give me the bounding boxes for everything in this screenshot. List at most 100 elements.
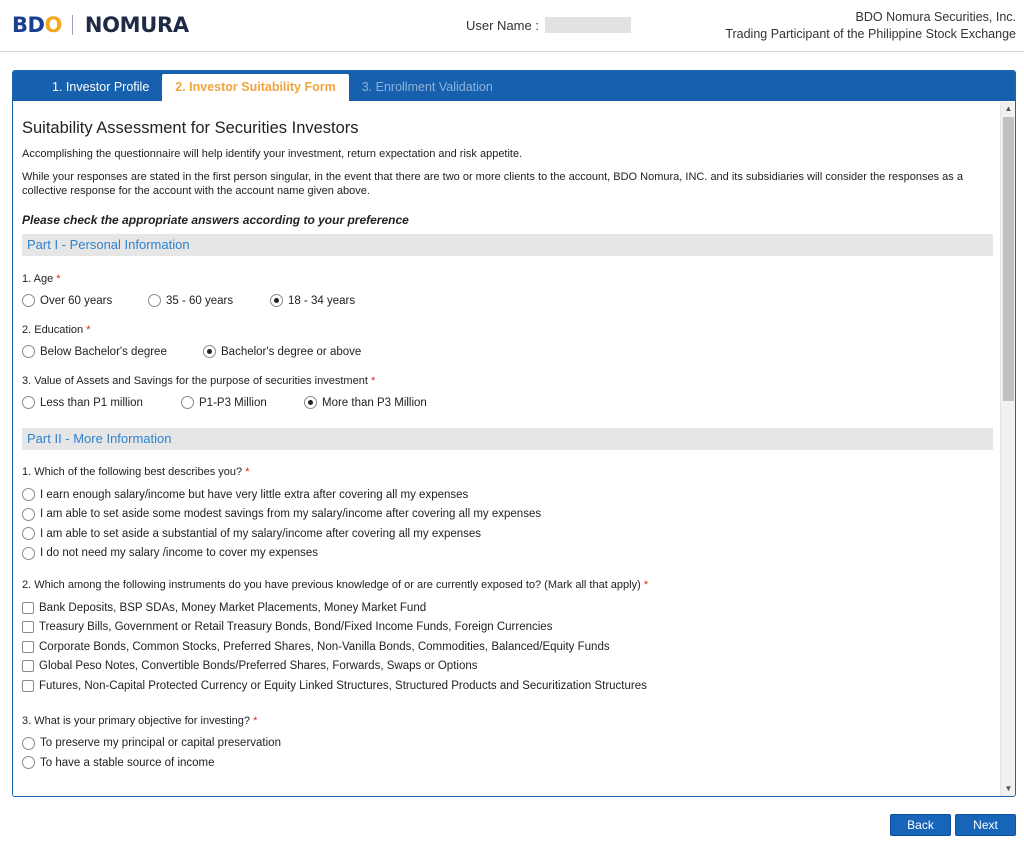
tab-investor-suitability-form[interactable]: 2. Investor Suitability Form <box>162 74 349 101</box>
next-button[interactable]: Next <box>955 814 1016 836</box>
age-option-18-34[interactable]: 18 - 34 years <box>270 294 355 307</box>
tab-investor-profile[interactable]: 1. Investor Profile <box>39 71 162 101</box>
instrument-option-4[interactable]: Global Peso Notes, Convertible Bonds/Pre… <box>22 657 993 677</box>
education-option-below-bachelors[interactable]: Below Bachelor's degree <box>22 345 203 358</box>
instrument-option-2[interactable]: Treasury Bills, Government or Retail Tre… <box>22 618 993 638</box>
describes-option-4[interactable]: I do not need my salary /income to cover… <box>22 544 993 564</box>
radio-button[interactable] <box>22 736 35 750</box>
logo-divider <box>71 15 73 35</box>
option-label: Less than P1 million <box>40 396 143 409</box>
back-button[interactable]: Back <box>890 814 951 836</box>
education-options: Below Bachelor's degree Bachelor's degre… <box>22 345 993 358</box>
required-marker: * <box>253 714 258 727</box>
radio-button-selected[interactable] <box>203 345 216 358</box>
option-label: To have a stable source of income <box>40 756 215 769</box>
option-label: Bachelor's degree or above <box>221 345 362 358</box>
required-marker: * <box>86 324 91 336</box>
scroll-down-arrow-icon[interactable]: ▼ <box>1001 782 1015 796</box>
option-label: 35 - 60 years <box>166 294 234 307</box>
option-label: I am able to set aside a substantial of … <box>40 527 482 540</box>
checkbox[interactable] <box>22 621 34 634</box>
objective-option-1[interactable]: To preserve my principal or capital pres… <box>22 734 993 754</box>
required-marker: * <box>370 375 376 387</box>
form-title: Suitability Assessment for Securities In… <box>22 119 359 137</box>
logo-bdo-text: BDO <box>12 13 62 37</box>
assets-option-more-p3m[interactable]: More than P3 Million <box>304 396 427 409</box>
checkbox[interactable] <box>22 640 34 653</box>
instrument-option-1[interactable]: Bank Deposits, BSP SDAs, Money Market Pl… <box>22 598 993 618</box>
option-label: Global Peso Notes, Convertible Bonds/Pre… <box>39 660 478 673</box>
age-option-35-60[interactable]: 35 - 60 years <box>148 294 270 307</box>
question-describes-you: 1. Which of the following best describes… <box>22 466 993 478</box>
option-label: More than P3 Million <box>322 396 427 409</box>
objective-option-2[interactable]: To have a stable source of income <box>22 753 993 773</box>
option-label: Below Bachelor's degree <box>40 345 167 358</box>
radio-button-selected[interactable] <box>304 396 317 409</box>
radio-button[interactable] <box>181 396 194 409</box>
describes-option-1[interactable]: I earn enough salary/income but have ver… <box>22 485 993 505</box>
option-label: I earn enough salary/income but have ver… <box>40 488 469 501</box>
scrollbar-thumb[interactable] <box>1003 117 1014 401</box>
radio-button[interactable] <box>22 527 35 541</box>
describes-you-options: I earn enough salary/income but have ver… <box>22 485 993 563</box>
education-option-bachelors-or-above[interactable]: Bachelor's degree or above <box>203 345 361 358</box>
checkbox[interactable] <box>22 660 34 673</box>
question-investing-objective: 3. What is your primary objective for in… <box>22 715 993 727</box>
logo-nomura-text: NOMURA <box>84 13 189 37</box>
scroll-up-arrow-icon[interactable]: ▲ <box>1001 102 1015 116</box>
instrument-option-5[interactable]: Futures, Non-Capital Protected Currency … <box>22 676 993 696</box>
radio-button[interactable] <box>22 396 35 409</box>
radio-button[interactable] <box>22 546 35 560</box>
radio-button[interactable] <box>22 345 35 358</box>
company-name: BDO Nomura Securities, Inc. <box>855 10 1016 24</box>
option-label: Corporate Bonds, Common Stocks, Preferre… <box>39 640 610 653</box>
bdo-nomura-logo: BDO NOMURA <box>12 11 189 39</box>
user-name-display: User Name : <box>466 17 631 33</box>
form-panel: 1. Investor Profile 2. Investor Suitabil… <box>12 70 1016 797</box>
option-label: Over 60 years <box>40 294 113 307</box>
required-marker: * <box>56 273 61 285</box>
radio-button[interactable] <box>22 488 35 502</box>
form-instruction: Please check the appropriate answers acc… <box>22 213 409 227</box>
radio-button-selected[interactable] <box>270 294 283 307</box>
company-subtitle: Trading Participant of the Philippine St… <box>725 27 1016 41</box>
instrument-option-3[interactable]: Corporate Bonds, Common Stocks, Preferre… <box>22 637 993 657</box>
option-label: P1-P3 Million <box>199 396 267 409</box>
option-label: I am able to set aside some modest savin… <box>40 508 542 521</box>
question-label: 1. Which of the following best describes… <box>22 466 243 478</box>
vertical-scrollbar[interactable]: ▲ ▼ <box>1000 102 1015 796</box>
form-scroll-area[interactable]: Suitability Assessment for Securities In… <box>13 101 1001 796</box>
question-label: 1. Age <box>22 273 54 285</box>
question-label: 2. Education <box>22 324 84 336</box>
describes-option-2[interactable]: I am able to set aside some modest savin… <box>22 505 993 525</box>
required-marker: * <box>245 466 250 478</box>
objective-options: To preserve my principal or capital pres… <box>22 734 993 773</box>
user-name-redacted <box>544 17 631 33</box>
assets-option-less-p1m[interactable]: Less than P1 million <box>22 396 181 409</box>
intro-text: Accomplishing the questionnaire will hel… <box>22 148 523 160</box>
checkbox[interactable] <box>22 601 34 614</box>
section-heading-part1: Part I - Personal Information <box>22 234 993 256</box>
user-name-label: User Name : <box>466 17 539 33</box>
describes-option-3[interactable]: I am able to set aside a substantial of … <box>22 524 993 544</box>
assets-option-p1-p3m[interactable]: P1-P3 Million <box>181 396 304 409</box>
radio-button[interactable] <box>22 507 35 521</box>
age-options: Over 60 years 35 - 60 years 18 - 34 year… <box>22 294 993 307</box>
option-label: Futures, Non-Capital Protected Currency … <box>39 679 647 692</box>
option-label: I do not need my salary /income to cover… <box>40 547 319 560</box>
radio-button[interactable] <box>22 756 35 770</box>
assets-options: Less than P1 million P1-P3 Million More … <box>22 396 993 409</box>
age-option-over-60[interactable]: Over 60 years <box>22 294 148 307</box>
question-education: 2. Education * <box>22 324 993 336</box>
question-instrument-knowledge: 2. Which among the following instruments… <box>22 579 993 591</box>
company-info: BDO Nomura Securities, Inc. Trading Part… <box>725 9 1016 43</box>
intro-text-disclaimer: While your responses are stated in the f… <box>22 171 963 197</box>
option-label: Bank Deposits, BSP SDAs, Money Market Pl… <box>39 601 427 614</box>
checkbox[interactable] <box>22 679 34 692</box>
question-label: 3. What is your primary objective for in… <box>22 714 251 727</box>
tab-enrollment-validation: 3. Enrollment Validation <box>361 80 493 94</box>
radio-button[interactable] <box>22 294 35 307</box>
radio-button[interactable] <box>148 294 161 307</box>
section-heading-part2: Part II - More Information <box>22 428 993 450</box>
option-label: Treasury Bills, Government or Retail Tre… <box>39 621 553 634</box>
